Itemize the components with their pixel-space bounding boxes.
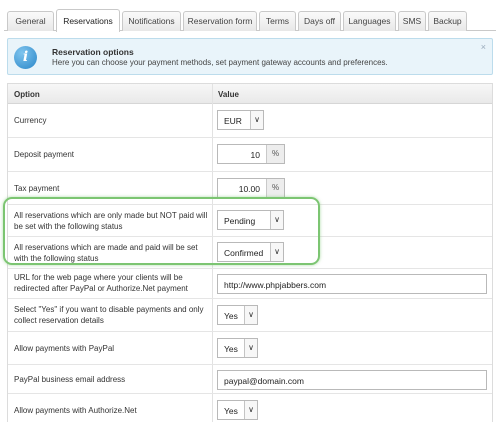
input-value: paypal@domain.com <box>224 376 304 386</box>
input-value: http://www.phpjabbers.com <box>224 280 327 290</box>
options-table: Option Value Currency EUR ∨ Deposit paym… <box>7 83 493 422</box>
deposit-payment-input[interactable]: 10 % <box>217 144 285 164</box>
table-row: Tax payment 10.00 % <box>8 172 492 205</box>
percent-addon: % <box>266 145 284 163</box>
tax-payment-input[interactable]: 10.00 % <box>217 178 285 198</box>
chevron-down-icon: ∨ <box>244 306 257 324</box>
currency-select[interactable]: EUR ∨ <box>217 110 264 130</box>
table-row: All reservations which are made and paid… <box>8 237 492 269</box>
table-row: Allow payments with PayPal Yes ∨ <box>8 332 492 365</box>
column-header-value: Value <box>218 90 239 99</box>
tab-reservations[interactable]: Reservations <box>56 9 120 32</box>
close-icon[interactable]: × <box>481 42 486 52</box>
select-value: Pending <box>224 216 256 226</box>
info-notice: i Reservation options Here you can choos… <box>7 38 493 75</box>
tab-general[interactable]: General <box>7 11 54 31</box>
tab-terms[interactable]: Terms <box>259 11 296 31</box>
input-value: 10 <box>250 150 260 160</box>
option-label: All reservations which are made and paid… <box>14 243 198 263</box>
tab-days-off[interactable]: Days off <box>298 11 341 31</box>
input-value: 10.00 <box>238 184 260 194</box>
paid-status-select[interactable]: Confirmed ∨ <box>217 242 284 262</box>
select-value: Yes <box>224 344 238 354</box>
allow-authorize-net-select[interactable]: Yes ∨ <box>217 400 258 420</box>
table-row: All reservations which are only made but… <box>8 205 492 237</box>
chevron-down-icon: ∨ <box>270 211 283 229</box>
tab-sms[interactable]: SMS <box>398 11 426 31</box>
select-value: Yes <box>224 311 238 321</box>
chevron-down-icon: ∨ <box>270 243 283 261</box>
option-label: Currency <box>14 116 47 125</box>
column-header-option: Option <box>14 90 40 99</box>
percent-addon: % <box>266 179 284 197</box>
chevron-down-icon: ∨ <box>244 401 257 419</box>
disable-payments-select[interactable]: Yes ∨ <box>217 305 258 325</box>
info-icon: i <box>14 46 37 69</box>
option-label: Allow payments with PayPal <box>14 344 115 353</box>
table-row: Allow payments with Authorize.Net Yes ∨ <box>8 394 492 422</box>
tab-reservation-form[interactable]: Reservation form <box>183 11 257 31</box>
notice-title: Reservation options <box>52 47 134 57</box>
select-value: EUR <box>224 116 242 126</box>
table-row: PayPal business email address paypal@dom… <box>8 365 492 394</box>
option-label: Select "Yes" if you want to disable paym… <box>14 305 204 325</box>
redirect-url-input[interactable]: http://www.phpjabbers.com <box>217 274 487 294</box>
tab-languages[interactable]: Languages <box>343 11 396 31</box>
option-label: Allow payments with Authorize.Net <box>14 406 137 415</box>
table-row: URL for the web page where your clients … <box>8 269 492 299</box>
tab-backup[interactable]: Backup <box>428 11 467 31</box>
option-label: Deposit payment <box>14 150 75 159</box>
unpaid-status-select[interactable]: Pending ∨ <box>217 210 284 230</box>
select-value: Confirmed <box>224 248 264 258</box>
table-row: Currency EUR ∨ <box>8 104 492 138</box>
table-header: Option Value <box>8 84 492 104</box>
allow-paypal-select[interactable]: Yes ∨ <box>217 338 258 358</box>
notice-description: Here you can choose your payment methods… <box>52 58 388 67</box>
table-row: Deposit payment 10 % <box>8 138 492 172</box>
select-value: Yes <box>224 406 238 416</box>
chevron-down-icon: ∨ <box>250 111 263 129</box>
chevron-down-icon: ∨ <box>244 339 257 357</box>
option-label: All reservations which are only made but… <box>14 211 208 231</box>
tab-bar: General Reservations Notifications Reser… <box>4 6 496 32</box>
option-label: URL for the web page where your clients … <box>14 273 188 293</box>
tab-notifications[interactable]: Notifications <box>122 11 181 31</box>
option-label: Tax payment <box>14 184 60 193</box>
paypal-email-input[interactable]: paypal@domain.com <box>217 370 487 390</box>
option-label: PayPal business email address <box>14 375 126 384</box>
table-row: Select "Yes" if you want to disable paym… <box>8 299 492 332</box>
